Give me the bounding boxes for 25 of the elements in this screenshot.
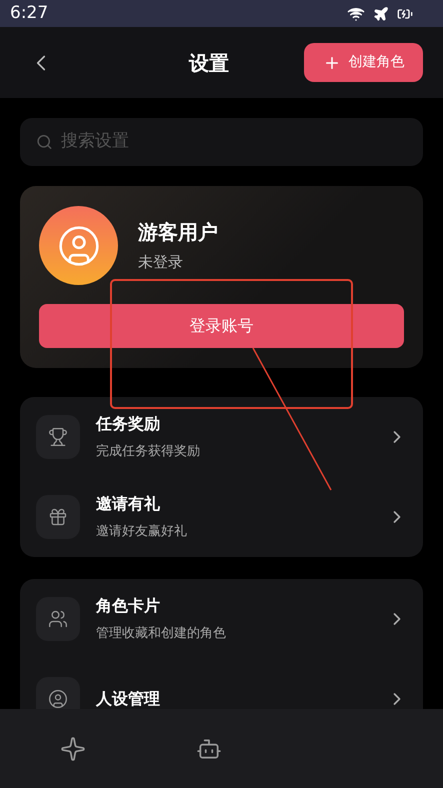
- trophy-icon: [48, 427, 68, 447]
- menu-item-title: 角色卡片: [96, 595, 161, 618]
- login-button[interactable]: 登录账号: [39, 304, 404, 348]
- menu-item-subtitle: 邀请好友赢好礼: [96, 523, 188, 542]
- status-time: 6:27: [10, 2, 48, 25]
- search-input[interactable]: 搜索设置: [60, 129, 407, 155]
- search-icon: [36, 133, 53, 151]
- user-name: 游客用户: [138, 219, 218, 246]
- create-character-button[interactable]: 创建角色: [304, 43, 423, 82]
- page-title: 设置: [189, 50, 229, 76]
- menu-item[interactable]: 任务奖励 完成任务获得奖励: [36, 397, 407, 477]
- sparkle-icon[interactable]: [60, 736, 86, 762]
- search-field[interactable]: 搜索设置: [20, 118, 423, 166]
- menu-item[interactable]: 角色卡片 管理收藏和创建的角色: [36, 579, 407, 659]
- menu-item[interactable]: 邀请有礼 邀请好友赢好礼: [36, 477, 407, 557]
- menu-item-title: 人设管理: [96, 688, 161, 709]
- persona-icon: [48, 689, 68, 709]
- airplane-icon: [373, 6, 389, 22]
- menu-item-subtitle: 管理收藏和创建的角色: [96, 625, 227, 644]
- menu-item-title: 任务奖励: [96, 413, 161, 436]
- menu-item-title: 邀请有礼: [96, 493, 161, 516]
- gift-icon: [48, 507, 68, 527]
- menu-item-subtitle: 完成任务获得奖励: [96, 443, 201, 462]
- login-status: 未登录: [138, 252, 184, 274]
- people-icon: [48, 609, 68, 629]
